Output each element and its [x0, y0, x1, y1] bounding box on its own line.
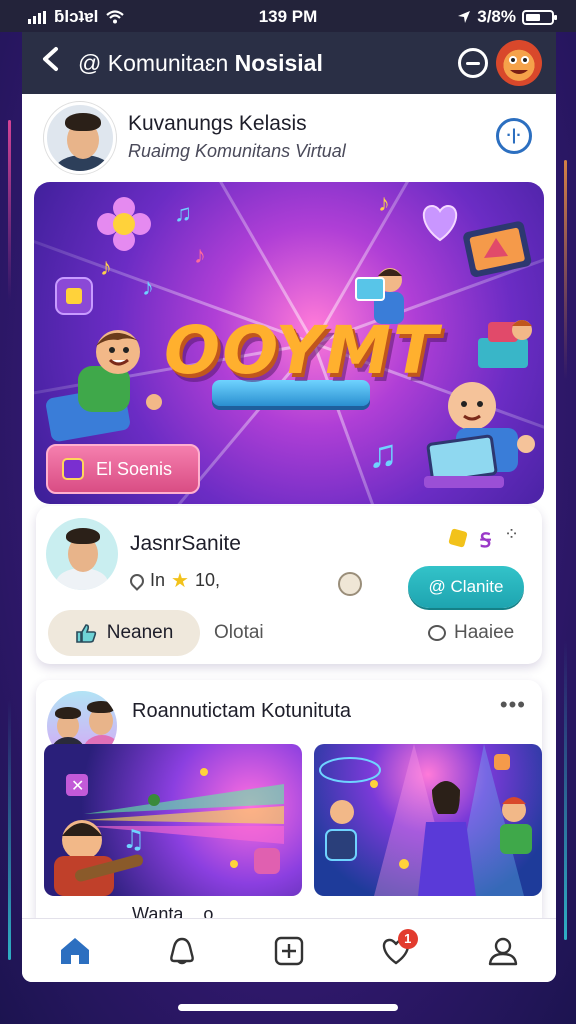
back-button[interactable] [36, 46, 64, 80]
flower-icon [97, 197, 151, 251]
bottom-navigation: 1 [22, 918, 556, 982]
star-icon: ★ [171, 570, 189, 592]
profile-subtitle: Ruaimg Komunitans Virtual [128, 141, 346, 161]
heart-icon [422, 204, 458, 242]
notification-badge: 1 [397, 928, 418, 949]
profile-name: Kuvanungs Kelasis [128, 112, 307, 135]
app-window: @ Komunitaɛn Nosisial Kuvanungs Kelasis … [22, 32, 556, 982]
character-laptop-illustration [424, 382, 535, 488]
home-icon [61, 937, 90, 964]
home-indicator[interactable] [178, 1004, 398, 1011]
music-note-icon: ♪ [100, 254, 112, 281]
bg-streak [564, 160, 567, 380]
create-pill-button[interactable]: @ Clanite [408, 566, 524, 608]
gift-stack-illustration [478, 320, 532, 368]
page-title-prefix: @ Komunitaɛn [78, 49, 229, 76]
music-note-icon: ♪ [378, 190, 390, 217]
banner-chip-label: El Soenis [96, 458, 173, 479]
music-note-icon: ♪ [142, 274, 154, 301]
status-bar: ƃlɔʇɐl 139 PM 3/8% [0, 0, 576, 32]
music-note-icon: ♪ [194, 242, 206, 269]
minus-icon [466, 61, 480, 65]
bg-streak [564, 640, 567, 940]
battery-icon [522, 9, 557, 25]
thumbs-up-icon [75, 624, 96, 643]
music-note-icon: ♫ [368, 432, 398, 476]
chevron-left-icon [43, 47, 58, 71]
stage-illustration [319, 744, 532, 896]
post-card: JasnrSanite In ★ 10, Ꟊ ⁘ @ Clanite Neane… [36, 506, 542, 664]
user-icon [488, 937, 517, 965]
main-content: Kuvanungs Kelasis Ruaimg Komunitans Virt… [22, 94, 556, 924]
feed-image-stage[interactable] [314, 744, 542, 896]
minus-circle-button[interactable] [458, 48, 488, 78]
emoji-button[interactable] [338, 572, 362, 596]
nav-profile[interactable] [479, 927, 527, 975]
nav-likes[interactable]: 1 [372, 927, 420, 975]
pin-icon [127, 570, 147, 591]
feed-card: Roannutictam Kotunituta ••• ✕ ♫ Wanta . … [36, 680, 542, 924]
more-options-icon[interactable]: ⁘ [504, 524, 520, 545]
bg-streak [8, 120, 11, 300]
swirl-icon: Ꟊ [480, 530, 491, 552]
tab-neanen[interactable]: Neanen [48, 610, 200, 656]
community-icon [170, 937, 195, 964]
mascot-avatar-button[interactable] [496, 40, 542, 86]
hero-banner[interactable]: ♫ ♪ ♪ ♪ ♪ ♫ OOYMT El Soenis [34, 182, 544, 504]
tab-haaiee[interactable]: Haaiee [428, 622, 514, 644]
post-meta-value: 10, [194, 570, 220, 590]
gem-icon [448, 528, 468, 548]
page-title: @ Komunitaɛn Nosisial [78, 50, 323, 77]
bg-streak [8, 700, 11, 960]
battery-percent: 3/8% [477, 7, 516, 26]
top-bar: @ Komunitaɛn Nosisial [22, 32, 556, 94]
location-icon [458, 11, 471, 23]
comment-icon [428, 625, 446, 641]
tablet-icon [463, 221, 532, 278]
music-note-icon: ♫ [174, 200, 192, 227]
page-title-bold: Nosisial [234, 49, 323, 76]
post-meta: In ★ 10, [127, 568, 220, 593]
feed-card-title: Roannutictam Kotunituta [132, 700, 352, 722]
info-button[interactable]: ·|· [496, 118, 532, 154]
svg-text:♫: ♫ [122, 825, 145, 855]
more-options-button[interactable]: ••• [500, 692, 526, 718]
tab-neanen-label: Neanen [106, 622, 174, 643]
chip-icon [62, 458, 84, 480]
concert-illustration: ✕ ♫ [54, 768, 284, 896]
nav-create[interactable] [265, 927, 313, 975]
avatar[interactable] [44, 102, 116, 174]
profile-header: Kuvanungs Kelasis Ruaimg Komunitans Virt… [22, 94, 556, 180]
feed-image-concert[interactable]: ✕ ♫ [44, 744, 302, 896]
post-author-name: JasnrSanite [130, 532, 241, 555]
mascot-face-icon [509, 56, 529, 74]
tab-olotai[interactable]: Olotai [214, 622, 264, 644]
nav-home[interactable] [51, 927, 99, 975]
character-boy-illustration [46, 330, 162, 442]
plus-square-icon [274, 936, 304, 965]
info-icon: ·|· [506, 127, 522, 144]
cube-icon [55, 277, 93, 315]
nav-community[interactable] [158, 927, 206, 975]
avatar[interactable] [46, 518, 118, 590]
banner-logo: OOYMT [164, 312, 440, 389]
tab-haaiee-label: Haaiee [454, 622, 515, 643]
banner-chip-button[interactable]: El Soenis [46, 444, 200, 494]
svg-text:✕: ✕ [71, 776, 84, 795]
post-meta-prefix: In [150, 570, 166, 590]
